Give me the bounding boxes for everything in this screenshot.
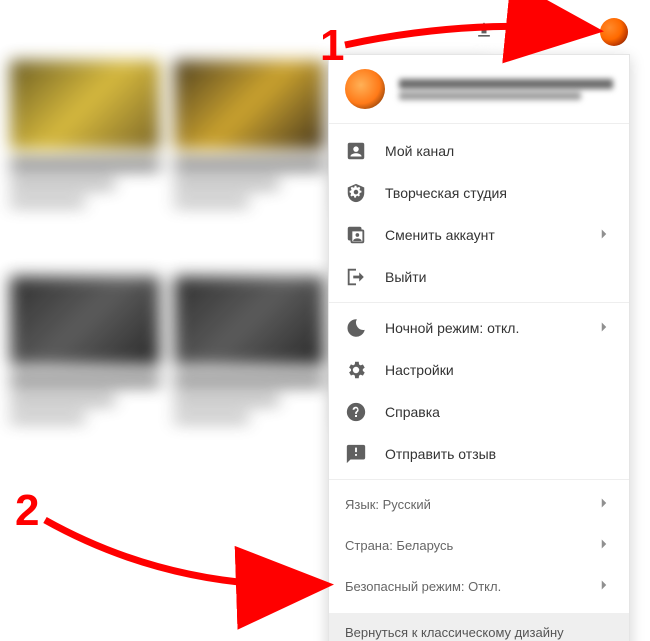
account-header[interactable] <box>329 55 629 124</box>
chevron-right-icon <box>595 318 613 339</box>
apps-icon[interactable] <box>516 20 536 45</box>
gear-badge-icon <box>345 182 367 204</box>
menu-location[interactable]: Страна: Беларусь <box>329 525 629 566</box>
menu-my-channel[interactable]: Мой канал <box>329 130 629 172</box>
menu-label: Ночной режим: откл. <box>385 320 519 336</box>
chevron-right-icon <box>595 576 613 597</box>
separator <box>329 302 629 303</box>
menu-label: Вернуться к классическому дизайну <box>345 625 564 640</box>
menu-label: Справка <box>385 404 440 420</box>
menu-restricted-mode[interactable]: Безопасный режим: Откл. <box>329 566 629 607</box>
menu-label: Мой канал <box>385 143 454 159</box>
menu-sign-out[interactable]: Выйти <box>329 256 629 298</box>
avatar-button[interactable] <box>600 18 628 46</box>
moon-icon <box>345 317 367 339</box>
exit-icon <box>345 266 367 288</box>
menu-label: Язык: Русский <box>345 497 431 512</box>
menu-label: Страна: Беларусь <box>345 538 453 553</box>
chevron-right-icon <box>595 535 613 556</box>
annotation-arrow-2 <box>45 520 320 585</box>
feedback-icon <box>345 443 367 465</box>
header-icons <box>474 18 628 46</box>
menu-label: Отправить отзыв <box>385 446 496 462</box>
annotation-number-2: 2 <box>15 486 39 535</box>
bell-icon[interactable] <box>558 20 578 45</box>
menu-help[interactable]: Справка <box>329 391 629 433</box>
menu-label: Творческая студия <box>385 185 507 201</box>
account-menu: Мой канал Творческая студия Сменить акка… <box>328 54 630 641</box>
menu-label: Выйти <box>385 269 426 285</box>
people-icon <box>345 224 367 246</box>
menu-switch-account[interactable]: Сменить аккаунт <box>329 214 629 256</box>
menu-label: Безопасный режим: Откл. <box>345 579 501 594</box>
account-info-blurred <box>399 76 613 103</box>
menu-dark-theme[interactable]: Ночной режим: откл. <box>329 307 629 349</box>
menu-settings[interactable]: Настройки <box>329 349 629 391</box>
menu-label: Настройки <box>385 362 454 378</box>
menu-feedback[interactable]: Отправить отзыв <box>329 433 629 475</box>
menu-classic-design[interactable]: Вернуться к классическому дизайну <box>329 613 629 641</box>
gear-icon <box>345 359 367 381</box>
menu-language[interactable]: Язык: Русский <box>329 484 629 525</box>
chevron-right-icon <box>595 494 613 515</box>
chevron-right-icon <box>595 225 613 246</box>
account-box-icon <box>345 140 367 162</box>
menu-label: Сменить аккаунт <box>385 227 495 243</box>
separator <box>329 479 629 480</box>
account-avatar <box>345 69 385 109</box>
help-icon <box>345 401 367 423</box>
upload-icon[interactable] <box>474 20 494 45</box>
menu-studio[interactable]: Творческая студия <box>329 172 629 214</box>
